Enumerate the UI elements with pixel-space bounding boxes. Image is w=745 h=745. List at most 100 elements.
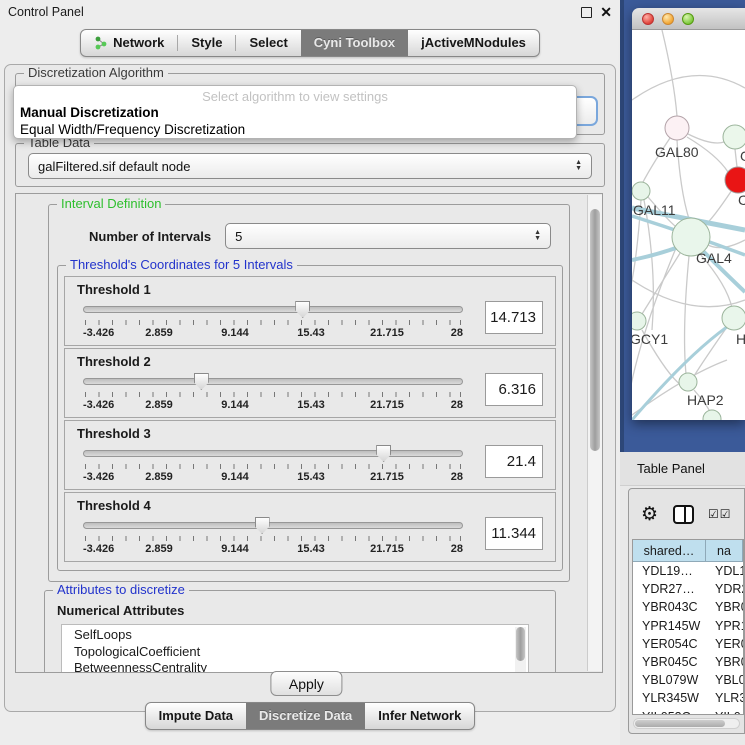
tab-cyni-toolbox[interactable]: Cyni Toolbox [301, 30, 408, 56]
settings-vertical-scrollbar[interactable] [587, 195, 602, 671]
table-row[interactable]: YER054CYER0 [633, 635, 743, 653]
float-window-icon[interactable] [581, 7, 592, 18]
node-label-g: G [740, 148, 745, 164]
column-header-name[interactable]: na [706, 540, 743, 562]
table-horizontal-scrollbar[interactable] [633, 718, 740, 729]
threshold-1-value-field[interactable]: 14.713 [485, 301, 543, 334]
node-hap2[interactable] [679, 373, 697, 391]
dropdown-option-equal-width[interactable]: Equal Width/Frequency Discretization [20, 122, 245, 137]
threshold-3-slider[interactable]: -3.426 2.859 9.144 15.43 21.715 28 [83, 445, 463, 489]
table-row[interactable]: YDR27…YDR2 [633, 580, 743, 598]
threshold-2-value-field[interactable]: 6.316 [485, 373, 543, 406]
bottom-tab-group: Impute Data Discretize Data Infer Networ… [145, 702, 476, 730]
tab-style[interactable]: Style [178, 30, 235, 56]
table-row[interactable]: YBL079WYBL0 [633, 671, 743, 689]
node-label-gal11: GAL11 [633, 202, 676, 218]
close-icon[interactable]: ✕ [600, 7, 612, 18]
tab-network[interactable]: Network [81, 30, 177, 56]
slider-tick-labels: -3.426 2.859 9.144 15.43 21.715 28 [83, 543, 463, 557]
control-panel-titlebar: Control Panel ✕ [0, 0, 620, 24]
dropdown-option-manual[interactable]: Manual Discretization [20, 105, 159, 120]
scrollbar-thumb[interactable] [635, 720, 725, 727]
threshold-3-label: Threshold 3 [77, 426, 543, 441]
threshold-4-slider-thumb[interactable] [255, 517, 270, 534]
slider-ticks [85, 320, 461, 325]
node-label-gal80: GAL80 [655, 144, 699, 160]
node-h[interactable] [722, 306, 745, 330]
interval-definition-fieldset: Interval Definition Number of Intervals … [48, 204, 570, 582]
node-label-gal4: GAL4 [696, 250, 732, 266]
threshold-1-slider[interactable]: -3.426 2.859 9.144 15.43 21.715 28 [83, 301, 463, 345]
tab-discretize-data[interactable]: Discretize Data [246, 703, 365, 729]
threshold-3-value-field[interactable]: 21.4 [485, 445, 543, 478]
node-attribute-table[interactable]: shared… na YDL19…YDL1 YDR27…YDR2 YBR043C… [632, 539, 744, 715]
table-data-value: galFiltered.sif default node [38, 159, 190, 174]
threshold-4-value-field[interactable]: 11.344 [485, 517, 543, 550]
threshold-4-slider[interactable]: -3.426 2.859 9.144 15.43 21.715 28 [83, 517, 463, 561]
right-column: GAL80 G C GAL11 GAL4 GCY1 H HAP2 Table P… [620, 0, 745, 745]
table-data-fieldset: Table Data galFiltered.sif default node … [15, 143, 605, 187]
node-g[interactable] [723, 125, 745, 149]
tab-infer-network[interactable]: Infer Network [365, 703, 474, 729]
scrollbar-thumb[interactable] [590, 209, 600, 451]
node-gcy1[interactable] [632, 312, 646, 330]
threshold-2-slider-thumb[interactable] [194, 373, 209, 390]
threshold-1-slider-thumb[interactable] [295, 301, 310, 318]
node-label-gcy1: GCY1 [632, 331, 668, 347]
tab-select[interactable]: Select [236, 30, 300, 56]
slider-ticks [85, 392, 461, 397]
gear-icon[interactable]: ⚙ [641, 504, 658, 524]
node-gal11[interactable] [632, 182, 650, 200]
column-header-shared[interactable]: shared… [633, 540, 706, 562]
threshold-3-slider-thumb[interactable] [376, 445, 391, 462]
threshold-1-label: Threshold 1 [77, 282, 543, 297]
zoom-traffic-light-icon[interactable] [682, 13, 694, 25]
close-traffic-light-icon[interactable] [642, 13, 654, 25]
node-label-c: C [738, 192, 745, 208]
table-panel: ⚙ ☑☑ shared… na YDL19…YDL1 YDR27…YDR2 YB… [628, 488, 745, 734]
apply-button[interactable]: Apply [270, 671, 342, 696]
select-columns-icon[interactable]: ☑☑ [708, 507, 732, 521]
network-canvas[interactable]: GAL80 G C GAL11 GAL4 GCY1 H HAP2 [632, 30, 745, 420]
slider-track [83, 378, 463, 385]
cyni-toolbox-panel: Discretization Algorithm Select algorith… [4, 64, 616, 712]
table-row[interactable]: YBR045CYBR0 [633, 653, 743, 671]
node-label-hap2: HAP2 [687, 392, 724, 408]
threshold-2-slider[interactable]: -3.426 2.859 9.144 15.43 21.715 28 [83, 373, 463, 417]
minimize-traffic-light-icon[interactable] [662, 13, 674, 25]
number-of-intervals-row: Number of Intervals 5 ▲▼ [49, 223, 569, 249]
tab-jactivemnodules[interactable]: jActiveMNodules [408, 30, 539, 56]
slider-track [83, 522, 463, 529]
attributes-list-scrollbar[interactable] [515, 627, 526, 673]
node-label-h: H [736, 331, 745, 347]
slider-tick-labels: -3.426 2.859 9.144 15.43 21.715 28 [83, 327, 463, 341]
threshold-1-box: Threshold 1 -3.426 2.859 9.144 [64, 276, 556, 346]
split-table-icon[interactable] [673, 505, 694, 524]
node-bottom[interactable] [703, 410, 721, 420]
table-row[interactable]: YLR345WYLR3 [633, 689, 743, 707]
table-row[interactable]: YPR145WYPR1 [633, 617, 743, 635]
number-of-intervals-value: 5 [235, 229, 242, 244]
numerical-attributes-label: Numerical Attributes [57, 603, 555, 618]
numerical-attributes-list[interactable]: SelfLoops TopologicalCoefficient Between… [61, 624, 529, 673]
table-row[interactable]: YBR043CYBR0 [633, 598, 743, 616]
spinner-arrows-icon[interactable]: ▲▼ [534, 230, 541, 242]
settings-scrollpane: Interval Definition Number of Intervals … [15, 193, 603, 673]
combo-arrows-icon[interactable]: ▲▼ [575, 160, 582, 172]
algorithm-fieldset-title: Discretization Algorithm [24, 65, 168, 80]
control-panel-window: Control Panel ✕ Network Style Select C [0, 0, 620, 745]
list-item[interactable]: SelfLoops [74, 627, 528, 644]
table-row[interactable]: YDL19…YDL1 [633, 562, 743, 580]
number-of-intervals-spinner[interactable]: 5 ▲▼ [225, 223, 551, 249]
table-data-combobox[interactable]: galFiltered.sif default node ▲▼ [28, 153, 592, 179]
network-window-titlebar[interactable] [632, 8, 745, 30]
node-gal80[interactable] [665, 116, 689, 140]
tab-impute-data[interactable]: Impute Data [146, 703, 246, 729]
table-row[interactable]: YIL053CYIL0 [633, 708, 743, 716]
list-item[interactable]: TopologicalCoefficient [74, 644, 528, 661]
attributes-fieldset: Attributes to discretize Numerical Attri… [44, 590, 556, 673]
network-view-window: GAL80 G C GAL11 GAL4 GCY1 H HAP2 [632, 8, 745, 420]
network-tab-icon [94, 36, 108, 50]
tab-network-label: Network [113, 35, 164, 50]
thresholds-fieldset: Threshold's Coordinates for 5 Intervals … [57, 265, 563, 571]
